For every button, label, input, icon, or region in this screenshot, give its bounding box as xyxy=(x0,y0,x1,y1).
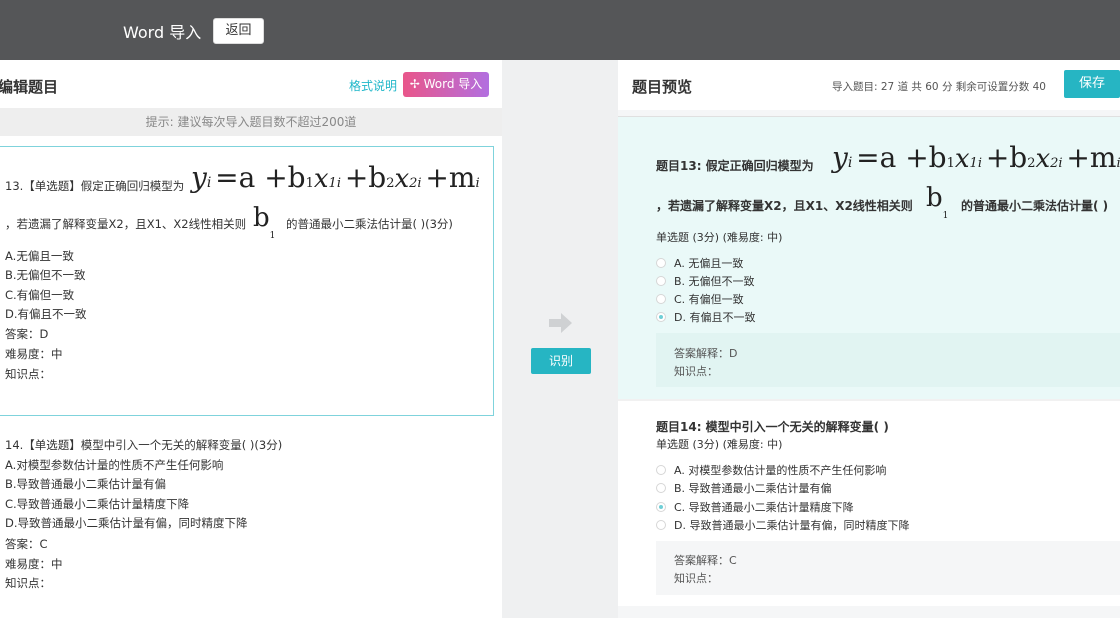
p13-b1-symbol: b1 xyxy=(926,183,949,221)
p14-option-d[interactable]: D. 导致普通最小二乘估计量有偏，同时精度下降 xyxy=(656,517,909,533)
word-import-label: Word 导入 xyxy=(423,77,483,91)
q13-option-c: C.有偏但一致 xyxy=(5,288,75,302)
q14-line1: 14.【单选题】模型中引入一个无关的解释变量( )(3分) xyxy=(5,438,283,452)
recognize-button[interactable]: 识别 xyxy=(531,348,591,374)
word-import-button[interactable]: ✢ Word 导入 xyxy=(403,72,489,97)
p13-meta: 单选题 (3分) (难易度: 中) xyxy=(656,231,783,244)
q13-line2a: ，若遗漏了解释变量X2，且X1、X2线性相关则 xyxy=(5,217,247,231)
p13-option-d[interactable]: D. 有偏且不一致 xyxy=(656,309,755,325)
save-button[interactable]: 保存 xyxy=(1064,70,1120,98)
q14-difficulty: 难易度：中 xyxy=(5,557,63,571)
format-help-link[interactable]: 格式说明 xyxy=(349,77,397,94)
q14-option-d: D.导致普通最小二乘估计量有偏，同时精度下降 xyxy=(5,516,248,530)
q13-difficulty: 难易度：中 xyxy=(5,347,63,361)
p14-explanation: 答案解释：C xyxy=(674,554,737,567)
p13-line2a: ，若遗漏了解释变量X2，且X1、X2线性相关则 xyxy=(656,199,913,213)
import-summary: 导入题目: 27 道 共 60 分 剩余可设置分数 40 xyxy=(832,81,1046,93)
p14-option-a[interactable]: A. 对模型参数估计量的性质不产生任何影响 xyxy=(656,462,886,478)
q13-option-a: A.无偏且一致 xyxy=(5,249,74,263)
radio-icon[interactable] xyxy=(656,294,666,304)
p14-explanation-box: 答案解释：C 知识点： xyxy=(656,541,1120,595)
q13-option-b: B.无偏但不一致 xyxy=(5,268,86,282)
radio-icon[interactable] xyxy=(656,258,666,268)
radio-icon[interactable] xyxy=(656,520,666,530)
radio-icon[interactable] xyxy=(656,276,666,286)
editor-panel: 编辑题目 格式说明 ✢ Word 导入 提示: 建议每次导入题目数不超过200道… xyxy=(0,60,502,618)
preview-panel: 题目预览 导入题目: 27 道 共 60 分 剩余可设置分数 40 保存 题目1… xyxy=(618,60,1120,618)
p13-title: 题目13: 假定正确回归模型为 xyxy=(656,159,814,173)
p13-line2b: 的普通最小二乘法估计量( ) xyxy=(961,199,1109,213)
q14-option-a: A.对模型参数估计量的性质不产生任何影响 xyxy=(5,458,224,472)
editor-header: 编辑题目 格式说明 ✢ Word 导入 xyxy=(0,60,502,108)
p13-knowledge: 知识点： xyxy=(674,365,718,378)
p13-explanation: 答案解释：D xyxy=(674,347,738,360)
preview-question-13[interactable]: 题目13: 假定正确回归模型为 yi =a +b1x1i +b2x2i +mi … xyxy=(618,116,1120,399)
convert-column: 识别 xyxy=(502,60,618,618)
q13-b1-symbol: b1 xyxy=(253,203,276,241)
radio-icon[interactable] xyxy=(656,483,666,493)
q14-answer: 答案：C xyxy=(5,537,48,551)
p13-option-a[interactable]: A. 无偏且一致 xyxy=(656,255,743,271)
q14-knowledge: 知识点： xyxy=(5,576,51,590)
sparkle-icon: ✢ xyxy=(409,77,420,91)
page-title: Word 导入 xyxy=(123,23,202,42)
preview-question-14[interactable]: 题目14: 模型中引入一个无关的解释变量( ) 单选题 (3分) (难易度: 中… xyxy=(618,401,1120,606)
p13-explanation-box: 答案解释：D 知识点： xyxy=(656,333,1120,387)
q13-option-d: D.有偏且不一致 xyxy=(5,307,87,321)
q13-prefix: 13.【单选题】假定正确回归模型为 xyxy=(5,179,185,193)
p14-meta: 单选题 (3分) (难易度: 中) xyxy=(656,438,783,451)
arrow-right-icon xyxy=(549,313,572,333)
top-bar: Word 导入 返回 xyxy=(0,0,1120,60)
radio-selected-icon[interactable] xyxy=(656,312,666,322)
preview-header: 题目预览 导入题目: 27 道 共 60 分 剩余可设置分数 40 保存 xyxy=(618,60,1120,110)
preview-title: 题目预览 xyxy=(632,78,693,96)
radio-icon[interactable] xyxy=(656,465,666,475)
q13-line2b: 的普通最小二乘法估计量( )(3分) xyxy=(286,217,453,231)
p13-formula: yi =a +b1x1i +b2x2i +mi xyxy=(832,141,1120,174)
q13-answer: 答案：D xyxy=(5,327,49,341)
p14-title: 题目14: 模型中引入一个无关的解释变量( ) xyxy=(656,420,889,434)
q14-option-b: B.导致普通最小二乘估计量有偏 xyxy=(5,477,167,491)
q13-knowledge: 知识点： xyxy=(5,367,51,381)
p14-knowledge: 知识点： xyxy=(674,572,718,585)
question-editor-13[interactable]: 13.【单选题】假定正确回归模型为 yi =a +b1x1i +b2x2i +m… xyxy=(0,146,494,416)
radio-selected-icon[interactable] xyxy=(656,502,666,512)
p13-option-c[interactable]: C. 有偏但一致 xyxy=(656,291,744,307)
p14-option-b[interactable]: B. 导致普通最小二乘估计量有偏 xyxy=(656,480,832,496)
import-hint: 提示: 建议每次导入题目数不超过200道 xyxy=(0,108,502,136)
editor-title: 编辑题目 xyxy=(0,78,59,96)
q13-formula: yi =a +b1x1i +b2x2i +mi xyxy=(191,161,480,194)
p14-option-c[interactable]: C. 导致普通最小二乘估计量精度下降 xyxy=(656,499,854,515)
p13-option-b[interactable]: B. 无偏但不一致 xyxy=(656,273,755,289)
q14-option-c: C.导致普通最小二乘估计量精度下降 xyxy=(5,497,190,511)
back-button[interactable]: 返回 xyxy=(213,18,264,44)
